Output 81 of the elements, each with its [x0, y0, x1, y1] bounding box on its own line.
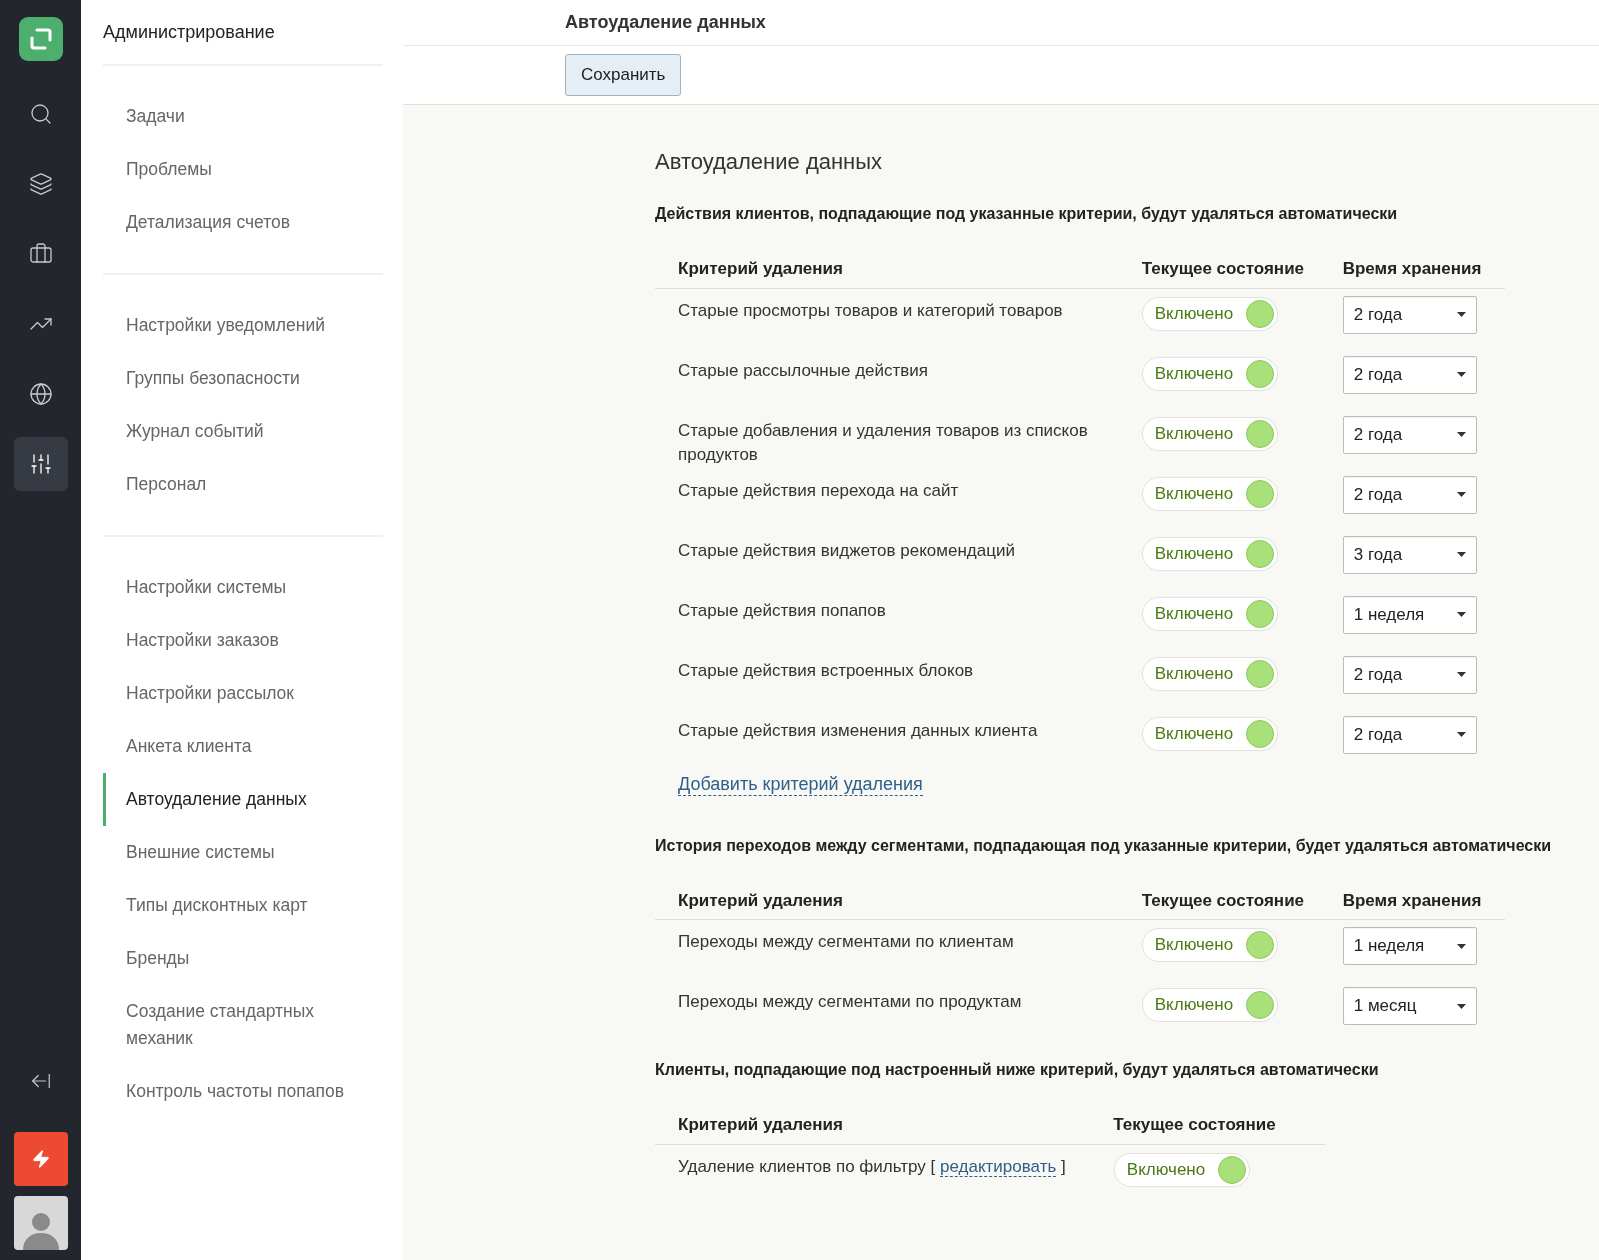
- retention-select[interactable]: 2 года: [1342, 295, 1477, 334]
- page-header-title: Автоудаление данных: [403, 0, 1599, 46]
- sidebar-item[interactable]: Типы дисконтных карт: [103, 879, 383, 932]
- criterion-text: Старые действия изменения данных клиента: [678, 720, 1038, 740]
- edit-link[interactable]: редактировать: [940, 1156, 1057, 1177]
- status-toggle[interactable]: Включено: [1141, 296, 1278, 331]
- sidebar-title: Администрирование: [103, 0, 383, 66]
- column-header: Время хранения: [1342, 258, 1482, 280]
- caret-icon: [1456, 672, 1466, 677]
- caret-icon: [1456, 372, 1466, 377]
- sidebar-item[interactable]: Группы безопасности: [103, 352, 383, 405]
- criterion-text: Старые добавления и удаления товаров из списков продуктов: [678, 420, 1088, 464]
- sidebar-item[interactable]: Персонал: [103, 458, 383, 511]
- sidebar-item[interactable]: Настройки системы: [103, 561, 383, 614]
- sidebar-item[interactable]: Проблемы: [103, 143, 383, 196]
- status-toggle[interactable]: Включено: [1141, 416, 1278, 451]
- column-header: Критерий удаления: [678, 889, 844, 912]
- status-toggle[interactable]: Включено: [1141, 716, 1278, 751]
- retention-select[interactable]: 3 года: [1342, 535, 1477, 574]
- lightning-icon: [30, 1149, 51, 1169]
- sliders-icon[interactable]: [13, 437, 68, 491]
- sidebar-item[interactable]: Бренды: [103, 932, 383, 985]
- status-toggle[interactable]: Включено: [1141, 656, 1278, 691]
- sidebar-item[interactable]: Анкета клиента: [103, 720, 383, 773]
- column-header: Критерий удаления: [678, 1114, 844, 1136]
- add-criterion-link[interactable]: Добавить критерий удаления: [678, 772, 923, 796]
- sidebar-item[interactable]: Настройки заказов: [103, 614, 383, 667]
- retention-select[interactable]: 2 года: [1342, 355, 1477, 394]
- criterion-text: Старые действия перехода на сайт: [678, 480, 959, 500]
- section-heading: Клиенты, подпадающие под настроенный ниже критерий, будут удаляться автоматически: [655, 1060, 1380, 1080]
- status-toggle[interactable]: Включено: [1141, 988, 1278, 1022]
- caret-icon: [1456, 1003, 1466, 1009]
- retention-select[interactable]: 1 неделя: [1342, 927, 1477, 965]
- sidebar-item[interactable]: Настройки рассылок: [103, 667, 383, 720]
- caret-icon: [1456, 943, 1466, 949]
- section-heading: История переходов между сегментами, подпадающая под указанные критерии, будет удаляться автоматически: [655, 835, 1553, 856]
- criterion-text: Старые действия попапов: [678, 600, 886, 620]
- status-toggle[interactable]: Включено: [1141, 356, 1278, 391]
- criterion-text: Старые действия виджетов рекомендаций: [678, 540, 1015, 560]
- section-heading: Действия клиентов, подпадающие под указанные критерии, будут удаляться автоматически: [655, 204, 1399, 224]
- caret-icon: [1456, 552, 1466, 557]
- status-toggle[interactable]: Включено: [1141, 476, 1278, 511]
- sidebar-item[interactable]: Создание стандартных механик: [103, 985, 383, 1065]
- column-header: Критерий удаления: [678, 258, 844, 280]
- caret-icon: [1456, 612, 1466, 617]
- status-toggle[interactable]: Включено: [1113, 1152, 1250, 1187]
- caret-icon: [1456, 492, 1466, 497]
- column-header: Текущее состояние: [1141, 889, 1306, 912]
- criterion-text: Старые рассылочные действия: [678, 360, 929, 380]
- caret-icon: [1456, 732, 1466, 737]
- lightning-button[interactable]: [13, 1132, 68, 1186]
- criterion-text: Удаление клиентов по фильтру [ редактировать ]: [678, 1156, 1066, 1177]
- sidebar-item[interactable]: Задачи: [103, 90, 383, 143]
- user-avatar[interactable]: [13, 1196, 68, 1250]
- app-logo-icon[interactable]: [18, 17, 63, 61]
- sidebar-item[interactable]: Журнал событий: [103, 405, 383, 458]
- status-toggle[interactable]: Включено: [1141, 596, 1278, 631]
- retention-select[interactable]: 1 месяц: [1342, 987, 1477, 1025]
- criterion-text: Старые просмотры товаров и категорий товаров: [678, 300, 1063, 320]
- retention-select[interactable]: 2 года: [1342, 715, 1477, 754]
- criterion-text: Переходы между сегментами по клиентам: [678, 932, 1014, 951]
- page-title: Автоудаление данных: [655, 148, 884, 176]
- sidebar-item[interactable]: Контроль частоты попапов: [103, 1065, 383, 1118]
- retention-select[interactable]: 1 неделя: [1342, 595, 1477, 634]
- sidebar-item[interactable]: Детализация счетов: [103, 196, 383, 249]
- retention-select[interactable]: 2 года: [1342, 415, 1477, 454]
- caret-icon: [1456, 432, 1466, 437]
- column-header: Время хранения: [1342, 889, 1482, 912]
- sidebar-item[interactable]: Настройки уведомлений: [103, 299, 383, 352]
- column-header: Текущее состояние: [1141, 258, 1306, 280]
- retention-select[interactable]: 2 года: [1342, 475, 1477, 514]
- status-toggle[interactable]: Включено: [1141, 928, 1278, 962]
- retention-select[interactable]: 2 года: [1342, 655, 1477, 694]
- save-button[interactable]: Сохранить: [565, 54, 682, 96]
- criterion-text: Старые действия встроенных блоков: [678, 660, 974, 680]
- sidebar-item[interactable]: Внешние системы: [103, 826, 383, 879]
- column-header: Текущее состояние: [1113, 1114, 1277, 1136]
- caret-icon: [1456, 312, 1466, 317]
- status-toggle[interactable]: Включено: [1141, 536, 1278, 571]
- criterion-text: Переходы между сегментами по продуктам: [678, 992, 1022, 1011]
- sidebar-item[interactable]: Автоудаление данных: [103, 773, 383, 826]
